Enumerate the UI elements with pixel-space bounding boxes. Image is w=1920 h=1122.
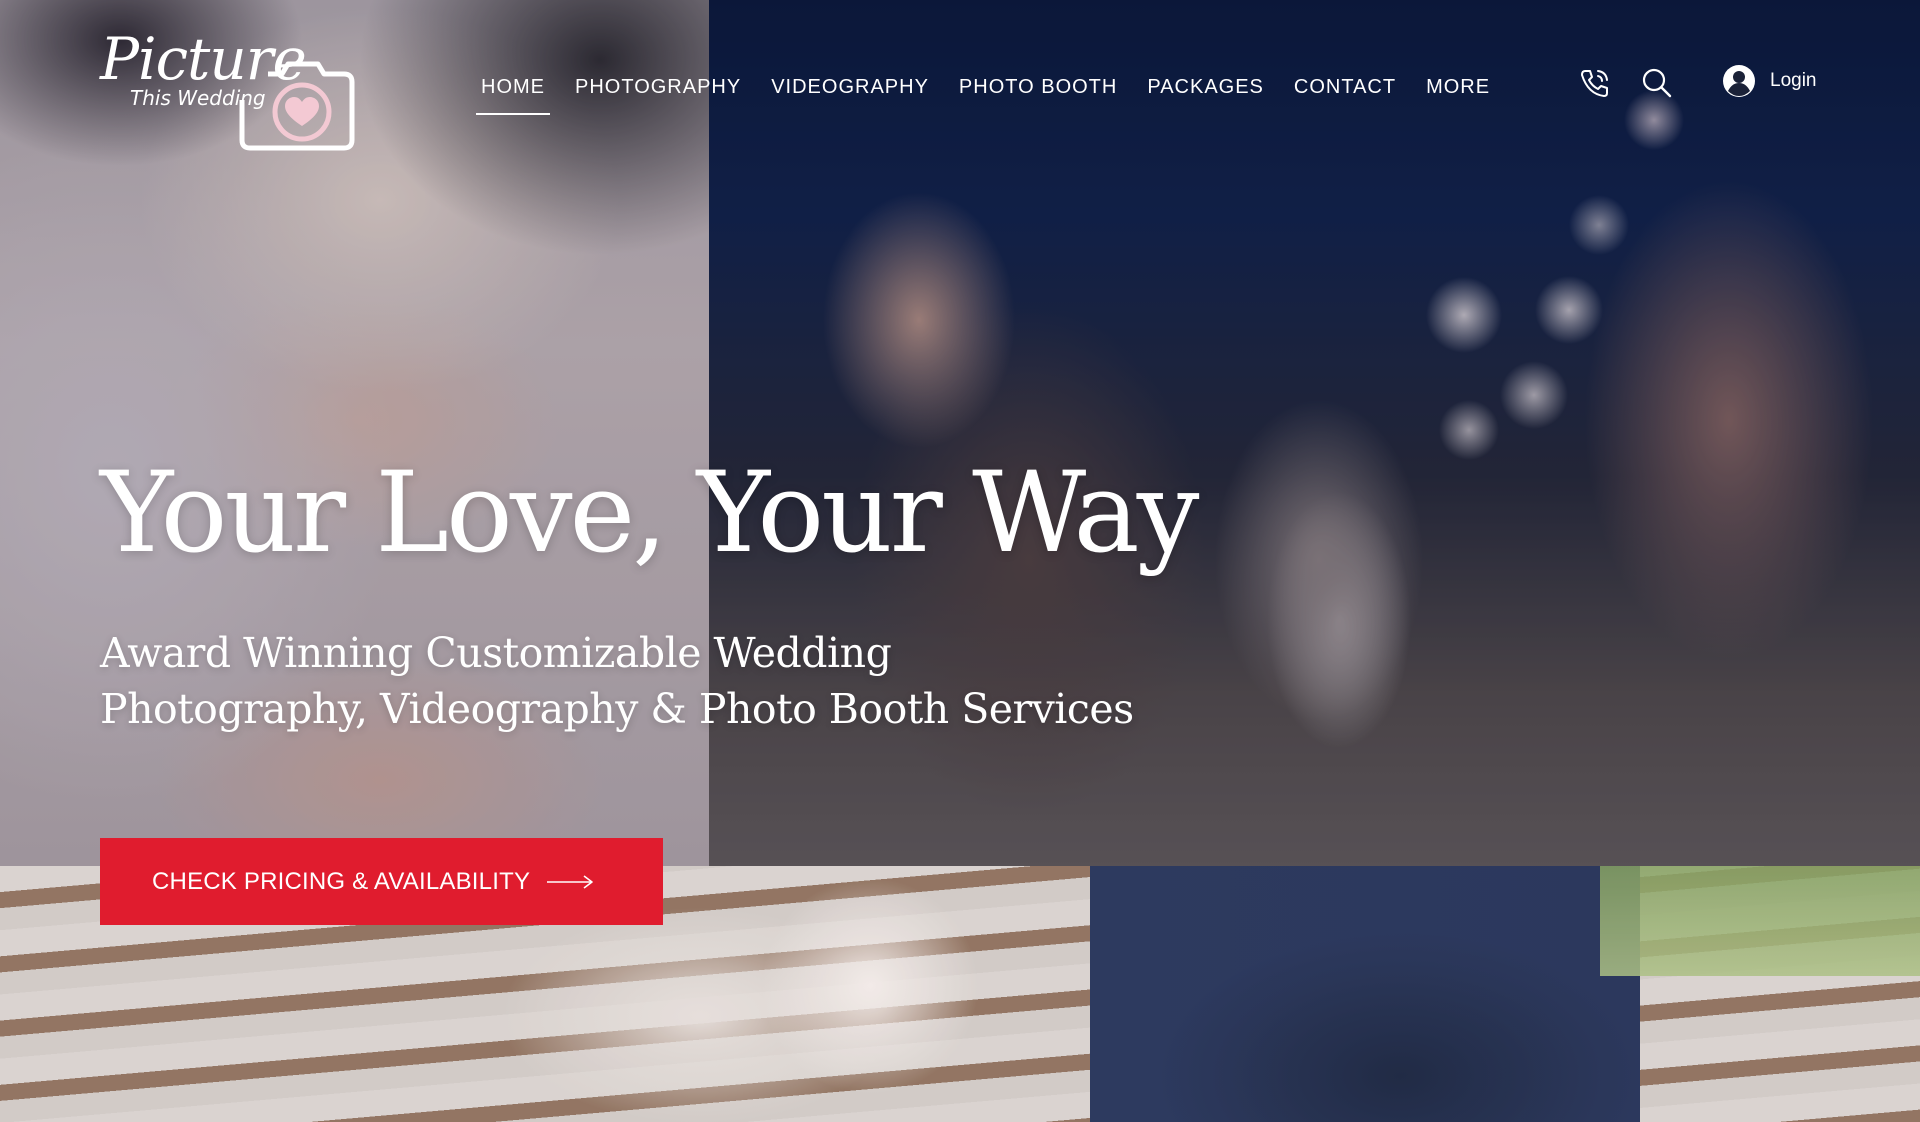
hero-title: Your Love, Your Way	[100, 449, 1199, 578]
site-logo[interactable]: Picture This Wedding	[98, 30, 358, 156]
site-header: Picture This Wedding HOME PHOTOGRAPHY VI…	[0, 0, 1920, 170]
page: Picture This Wedding HOME PHOTOGRAPHY VI…	[0, 0, 1920, 1122]
cta-label: CHECK PRICING & AVAILABILITY	[152, 867, 531, 895]
arrow-right-icon	[547, 874, 593, 889]
camera-heart-icon	[239, 61, 355, 151]
nav-item-home[interactable]: HOME	[476, 70, 550, 115]
login-label: Login	[1770, 70, 1817, 91]
grass-background	[1600, 866, 1920, 976]
check-pricing-button[interactable]: CHECK PRICING & AVAILABILITY	[100, 838, 663, 925]
search-icon[interactable]	[1640, 66, 1674, 100]
nav-item-packages[interactable]: PACKAGES	[1142, 70, 1269, 115]
nav-item-photo-booth[interactable]: PHOTO BOOTH	[954, 70, 1122, 115]
hero-subtitle: Award Winning Customizable Wedding Photo…	[100, 629, 1134, 733]
nav-item-contact[interactable]: CONTACT	[1289, 70, 1401, 115]
main-nav: HOME PHOTOGRAPHY VIDEOGRAPHY PHOTO BOOTH…	[476, 70, 1515, 115]
nav-item-photography[interactable]: PHOTOGRAPHY	[570, 70, 746, 115]
login-button[interactable]: Login	[1722, 64, 1817, 98]
nav-item-videography[interactable]: VIDEOGRAPHY	[766, 70, 934, 115]
phone-icon[interactable]	[1578, 66, 1612, 100]
nav-item-more[interactable]: MORE	[1421, 70, 1495, 115]
user-account-icon	[1723, 65, 1755, 97]
